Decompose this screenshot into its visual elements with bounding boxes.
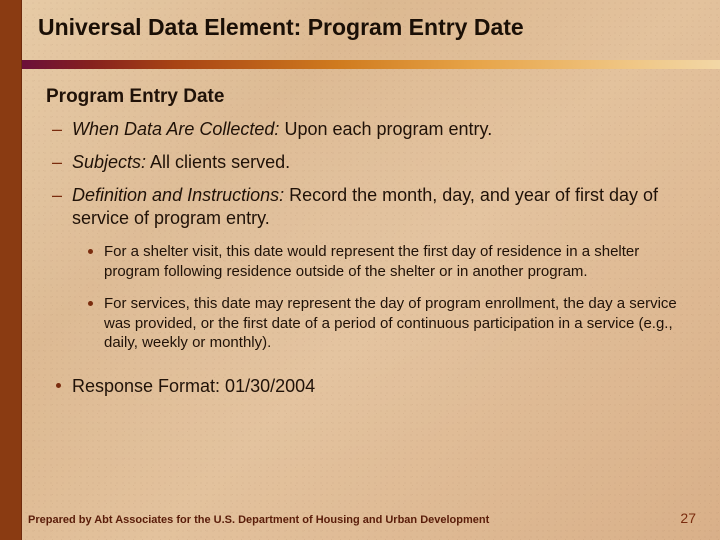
content-area: Program Entry Date When Data Are Collect… [46,86,696,398]
bullet-text: Upon each program entry. [279,119,492,139]
footer: Prepared by Abt Associates for the U.S. … [28,510,696,526]
title-area: Universal Data Element: Program Entry Da… [38,14,700,40]
bullet-subjects: Subjects: All clients served. [72,151,696,174]
subbullet-services: For services, this date may represent th… [104,294,696,353]
gradient-underline [22,60,720,69]
page-number: 27 [680,510,696,526]
section-title: Program Entry Date [46,86,696,108]
bullet-text: All clients served. [146,152,290,172]
bullet-lead: Definition and Instructions: [72,185,284,205]
slide-title: Universal Data Element: Program Entry Da… [38,14,700,40]
bullet-when-collected: When Data Are Collected: Upon each progr… [72,118,696,141]
bullet-definition: Definition and Instructions: Record the … [72,184,696,230]
footer-text: Prepared by Abt Associates for the U.S. … [28,514,489,526]
bullet-response-format: Response Format: 01/30/2004 [72,375,696,398]
bullet-lead: When Data Are Collected: [72,119,279,139]
bullet-lead: Subjects: [72,152,146,172]
left-accent-bar [0,0,22,540]
subbullet-shelter: For a shelter visit, this date would rep… [104,242,696,282]
